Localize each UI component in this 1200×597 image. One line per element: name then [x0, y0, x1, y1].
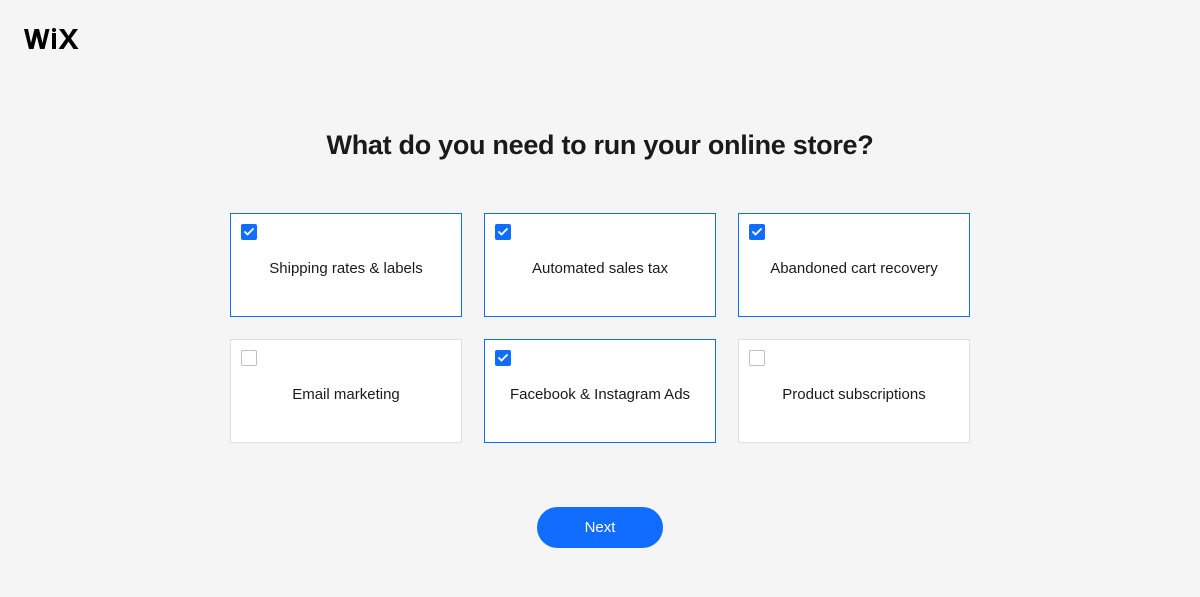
- option-label: Facebook & Instagram Ads: [500, 385, 700, 405]
- checkbox-icon: [241, 224, 257, 240]
- option-abandoned-cart-recovery[interactable]: Abandoned cart recovery: [738, 213, 970, 317]
- onboarding-content: What do you need to run your online stor…: [230, 0, 970, 548]
- option-label: Shipping rates & labels: [259, 259, 432, 279]
- option-email-marketing[interactable]: Email marketing: [230, 339, 462, 443]
- wix-logo: [24, 28, 80, 55]
- checkbox-icon: [495, 350, 511, 366]
- option-automated-sales-tax[interactable]: Automated sales tax: [484, 213, 716, 317]
- button-row: Next: [230, 507, 970, 548]
- option-product-subscriptions[interactable]: Product subscriptions: [738, 339, 970, 443]
- next-button[interactable]: Next: [537, 507, 664, 548]
- options-grid: Shipping rates & labels Automated sales …: [230, 213, 970, 443]
- checkbox-icon: [749, 224, 765, 240]
- option-label: Automated sales tax: [522, 259, 678, 279]
- option-shipping-rates-labels[interactable]: Shipping rates & labels: [230, 213, 462, 317]
- option-facebook-instagram-ads[interactable]: Facebook & Instagram Ads: [484, 339, 716, 443]
- checkbox-icon: [749, 350, 765, 366]
- page-heading: What do you need to run your online stor…: [230, 130, 970, 161]
- option-label: Abandoned cart recovery: [760, 259, 948, 279]
- option-label: Email marketing: [282, 385, 410, 405]
- option-label: Product subscriptions: [772, 385, 935, 405]
- checkbox-icon: [241, 350, 257, 366]
- checkbox-icon: [495, 224, 511, 240]
